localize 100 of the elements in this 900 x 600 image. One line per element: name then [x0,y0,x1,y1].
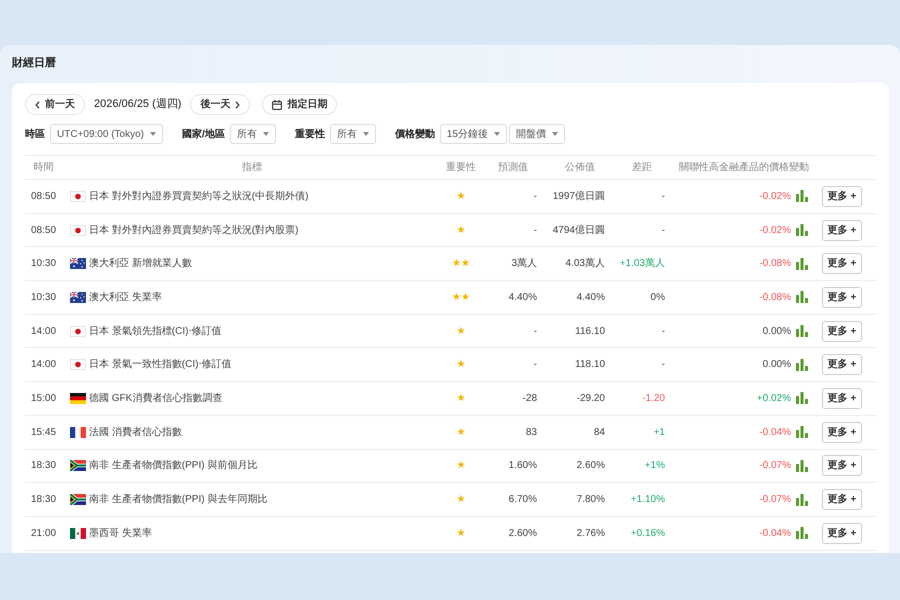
importance-stars: ★ [456,326,466,337]
price-change-value: -0.07% [759,493,791,508]
importance-stars: ★ [456,224,466,236]
dropdown-select[interactable]: UTC+09:00 (Tokyo) [50,124,163,144]
bar-chart-icon[interactable] [796,325,808,338]
more-button[interactable]: 更多 + [822,455,862,476]
actual-cell: 2.76% [546,516,614,550]
difference-cell: - [614,180,670,214]
bar-chart-icon[interactable] [796,291,808,304]
actual-cell: 1997億日圓 [546,180,614,214]
price-change-value: 0.00% [762,324,791,339]
difference-cell: - [614,213,670,247]
south-africa-flag-icon [70,494,86,506]
filter-label: 國家/地區 [182,127,225,142]
dropdown-select[interactable]: 所有 [230,124,276,144]
actual-cell: -29.20 [546,382,614,416]
page-title: 財經日曆 [12,56,56,70]
forecast-cell: - [480,213,546,247]
more-button[interactable]: 更多 + [822,522,862,544]
forecast-cell: - [480,348,546,382]
bar-chart-icon[interactable] [796,392,808,404]
time-cell: 08:50 [25,213,62,247]
importance-stars: ★★ [452,292,470,303]
next-day-button[interactable]: 後一天 [190,94,250,115]
dropdown-select[interactable]: 所有 [330,124,376,144]
caret-icon [362,132,369,136]
actual-cell: 4.03萬人 [546,246,614,281]
japan-flag-icon [70,190,86,202]
actual-cell: 2.60% [546,449,614,483]
difference-cell: - [614,348,670,382]
importance-stars: ★ [456,426,466,438]
bar-chart-icon[interactable] [796,527,808,540]
more-button[interactable]: 更多 + [822,186,862,207]
time-cell: 18:30 [25,482,62,516]
importance-stars: ★ [456,494,466,506]
price-change-value: -0.04% [759,526,791,541]
more-button[interactable]: 更多 + [822,320,862,342]
column-header: 差距 [614,156,670,180]
japan-flag-icon [70,359,86,370]
actual-cell: 118.10 [546,348,614,382]
difference-cell: +0.16% [614,516,670,550]
forecast-cell: 4.40% [480,280,546,314]
south-africa-flag-icon [70,460,86,472]
dropdown-select[interactable]: 15分鐘後 [440,124,507,144]
caret-icon [150,132,156,136]
bar-chart-icon[interactable] [796,426,808,438]
caret-icon [262,132,269,136]
column-header: 指標 [62,156,442,180]
actual-cell: 4.40% [546,280,614,314]
previous-day-button[interactable]: 前一天 [25,94,85,115]
price-change-value: -0.08% [759,257,791,272]
filter-label: 時區 [25,128,45,142]
more-button[interactable]: 更多 + [822,220,862,241]
indicator-name: 南非 生產者物價指數(PPI) 與去年同期比 [89,492,268,508]
australia-flag-icon [70,292,86,303]
dropdown-select[interactable]: 開盤價 [508,124,565,144]
importance-stars: ★ [456,392,466,404]
forecast-cell: 2.60% [480,516,546,550]
importance-stars: ★ [456,460,466,472]
time-cell: 14:00 [25,348,62,382]
indicator-name: 日本 對外對內證券買賣契約等之狀況(中長期外債) [89,190,308,204]
price-change-value: 0.00% [762,358,791,372]
indicator-name: 德國 GFK消費者信心指數調查 [89,392,222,406]
time-cell: 10:30 [25,280,62,314]
japan-flag-icon [70,326,86,337]
column-header: 重要性 [442,156,480,180]
bar-chart-icon[interactable] [796,224,808,236]
price-change-value: -0.08% [759,290,791,305]
more-button[interactable]: 更多 + [822,388,862,409]
importance-stars: ★ [456,359,466,370]
bar-chart-icon[interactable] [796,494,808,506]
current-date: 2026/06/25 (週四) [94,97,182,112]
actual-cell: 7.80% [546,482,614,516]
bar-chart-icon[interactable] [796,460,808,472]
more-button[interactable]: 更多 + [822,422,862,443]
time-cell: 21:00 [25,516,62,550]
caret-icon [552,132,558,136]
indicator-name: 日本 景氣領先指標(CI)‧修訂值 [89,324,222,339]
indicator-name: 墨西哥 失業率 [89,526,152,541]
column-header: 預測值 [480,156,546,180]
bar-chart-icon[interactable] [796,258,808,270]
filter-label: 價格變動 [394,128,435,142]
difference-cell: 0% [614,280,670,314]
bar-chart-icon[interactable] [796,190,808,202]
more-button[interactable]: 更多 + [822,253,862,274]
time-cell: 14:00 [25,314,62,348]
forecast-cell: -28 [480,382,546,416]
more-button[interactable]: 更多 + [822,286,862,308]
forecast-cell: 83 [480,415,546,449]
chevron-left-icon [35,100,40,108]
calendar-icon [272,100,282,110]
bar-chart-icon[interactable] [796,358,808,371]
difference-cell: +1.10% [614,482,670,516]
pick-date-button[interactable]: 指定日期 [262,94,338,115]
more-button[interactable]: 更多 + [822,354,862,376]
importance-stars: ★ [456,528,466,539]
forecast-cell: - [480,180,546,214]
actual-cell: 116.10 [546,314,614,348]
australia-flag-icon [70,258,86,270]
more-button[interactable]: 更多 + [822,489,862,510]
